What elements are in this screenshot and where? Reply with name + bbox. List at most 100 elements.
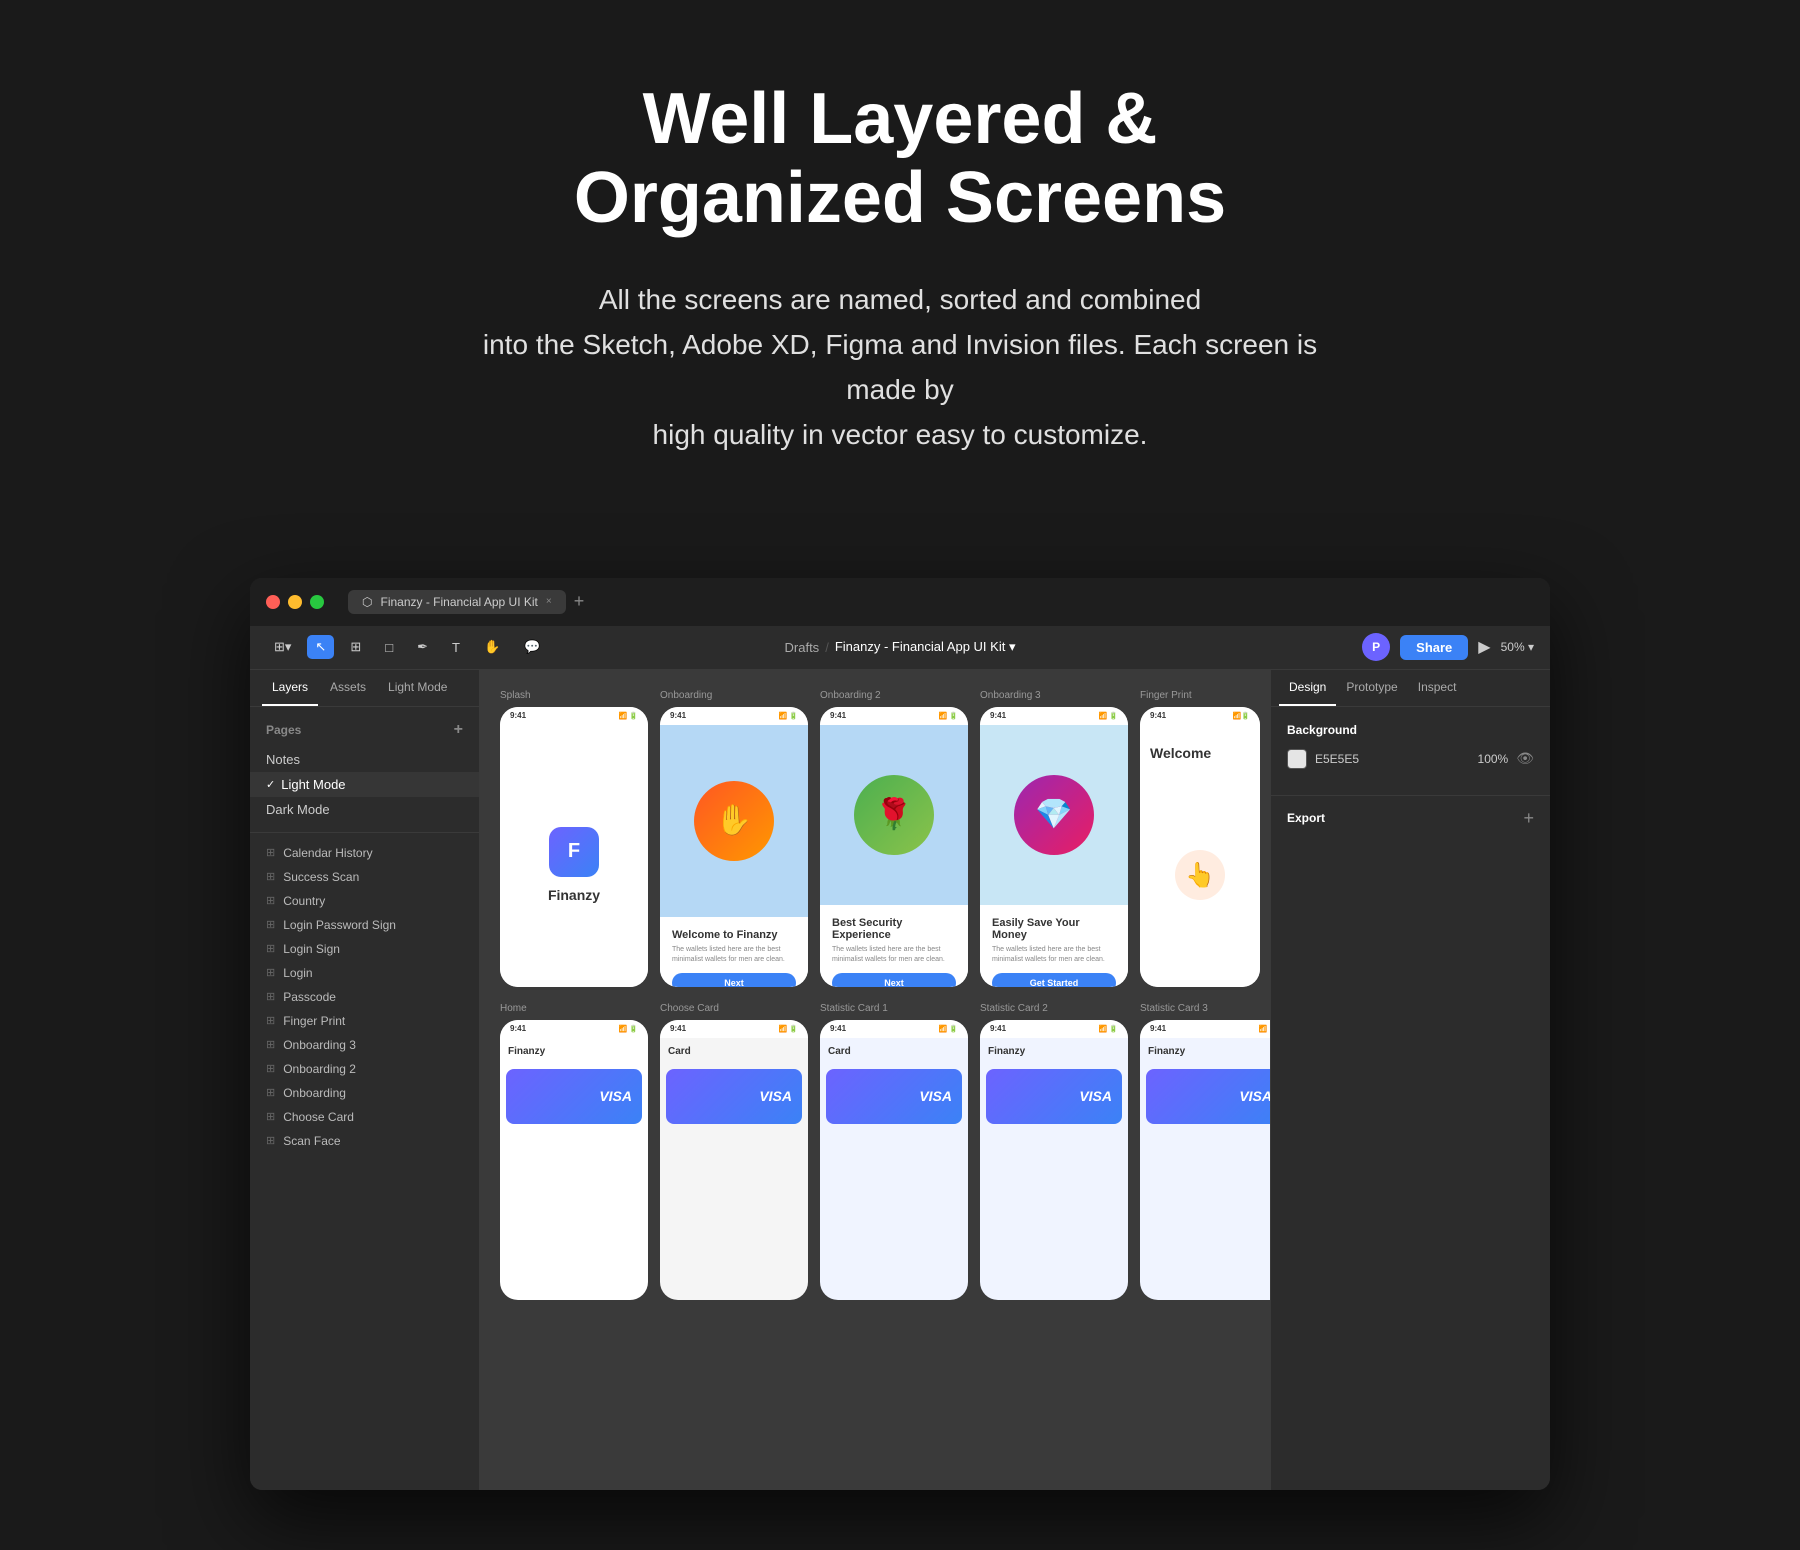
onboarding3-title: Easily Save Your Money bbox=[992, 917, 1116, 941]
onboarding1-next-button[interactable]: Next bbox=[672, 973, 796, 987]
layer-passcode[interactable]: ⊞ Passcode bbox=[250, 985, 479, 1009]
layer-scan-face[interactable]: ⊞ Scan Face bbox=[250, 1129, 479, 1153]
tab-layers[interactable]: Layers bbox=[262, 670, 318, 706]
page-label-notes: Notes bbox=[266, 752, 300, 767]
layer-label: Passcode bbox=[283, 990, 336, 1004]
hand-tool-button[interactable]: ✋ bbox=[476, 635, 508, 659]
home-visa-card: VISA bbox=[506, 1069, 642, 1124]
onboarding1-text-area: Welcome to Finanzy The wallets listed he… bbox=[660, 917, 808, 987]
fingerprint-icon: 👆 bbox=[1175, 850, 1225, 900]
select-tool-button[interactable]: ↖ bbox=[307, 635, 334, 659]
layer-label: Login bbox=[283, 966, 312, 980]
tab-close-icon[interactable]: × bbox=[546, 596, 552, 607]
frame-tool-button[interactable]: ⊞ bbox=[342, 635, 369, 659]
shape-tool-button[interactable]: □ bbox=[377, 636, 401, 659]
panel-tabs: Layers Assets Light Mode bbox=[250, 670, 479, 707]
page-item-notes[interactable]: Notes bbox=[250, 747, 479, 772]
onboarding2-next-button[interactable]: Next bbox=[832, 973, 956, 987]
figma-tab[interactable]: ⬡ Finanzy - Financial App UI Kit × bbox=[348, 590, 566, 614]
fullscreen-traffic-light[interactable] bbox=[310, 595, 324, 609]
tab-assets[interactable]: Assets bbox=[320, 670, 376, 706]
layer-success-scan[interactable]: ⊞ Success Scan bbox=[250, 865, 479, 889]
close-traffic-light[interactable] bbox=[266, 595, 280, 609]
pen-tool-button[interactable]: ✒ bbox=[409, 635, 436, 659]
tab-light-mode[interactable]: Light Mode bbox=[378, 670, 457, 706]
onboarding3-get-started-button[interactable]: Get Started bbox=[992, 973, 1116, 987]
share-button[interactable]: Share bbox=[1400, 635, 1468, 660]
onboarding2-text-area: Best Security Experience The wallets lis… bbox=[820, 905, 968, 987]
status-icons: 📶 🔋 bbox=[1259, 1025, 1270, 1033]
tab-area: ⬡ Finanzy - Financial App UI Kit × + bbox=[348, 590, 584, 614]
fingerprint-content: Welcome 👆 Use Passcode bbox=[1140, 725, 1260, 987]
layer-login-password-sign[interactable]: ⊞ Login Password Sign bbox=[250, 913, 479, 937]
main-menu-button[interactable]: ⊞▾ bbox=[266, 635, 299, 659]
text-tool-button[interactable]: T bbox=[444, 636, 468, 659]
layer-label: Calendar History bbox=[283, 846, 372, 860]
phone-stat1: 9:41 📶 🔋 Card VISA bbox=[820, 1020, 968, 1300]
status-icons: 📶 🔋 bbox=[1099, 712, 1118, 720]
stat2-header: Finanzy bbox=[980, 1038, 1128, 1065]
status-time: 9:41 bbox=[510, 711, 526, 720]
onboarding1-content: ✋ Welcome to Finanzy The wallets listed … bbox=[660, 725, 808, 987]
phone-stat3: 9:41 📶 🔋 Finanzy VISA bbox=[1140, 1020, 1270, 1300]
add-export-button[interactable]: + bbox=[1523, 808, 1534, 829]
bg-color-value: E5E5E5 bbox=[1315, 752, 1470, 766]
status-bar: 9:41 📶 🔋 bbox=[820, 707, 968, 725]
right-tab-design[interactable]: Design bbox=[1279, 670, 1336, 706]
layer-label: Login Password Sign bbox=[283, 918, 396, 932]
comment-icon: 💬 bbox=[524, 639, 540, 655]
hero-title: Well Layered &Organized Screens bbox=[200, 80, 1600, 238]
active-page-checkmark: ✓ bbox=[266, 778, 275, 791]
frame-home: Home 9:41 📶 🔋 Finanzy VISA bbox=[500, 1003, 648, 1300]
zoom-control[interactable]: 50% ▾ bbox=[1501, 640, 1534, 654]
layer-calendar-history[interactable]: ⊞ Calendar History bbox=[250, 841, 479, 865]
select-icon: ↖ bbox=[315, 639, 326, 655]
play-button[interactable]: ▶ bbox=[1478, 637, 1490, 657]
shape-icon: □ bbox=[385, 640, 393, 655]
stat3-header: Finanzy bbox=[1140, 1038, 1270, 1065]
layer-login[interactable]: ⊞ Login bbox=[250, 961, 479, 985]
layer-country[interactable]: ⊞ Country bbox=[250, 889, 479, 913]
layer-label: Onboarding 3 bbox=[283, 1038, 356, 1052]
layer-onboarding2[interactable]: ⊞ Onboarding 2 bbox=[250, 1057, 479, 1081]
status-time: 9:41 bbox=[830, 711, 846, 720]
toolbar-right: P Share ▶ 50% ▾ bbox=[1362, 633, 1534, 661]
onboarding3-illustration: 💎 bbox=[980, 725, 1128, 905]
onboarding2-title: Best Security Experience bbox=[832, 917, 956, 941]
figma-logo-icon: ⬡ bbox=[362, 595, 372, 609]
page-item-dark-mode[interactable]: Dark Mode bbox=[250, 797, 479, 822]
breadcrumb-file[interactable]: Finanzy - Financial App UI Kit ▾ bbox=[835, 639, 1016, 655]
toolbar: ⊞▾ ↖ ⊞ □ ✒ T ✋ 💬 Draft bbox=[250, 626, 1550, 670]
layer-login-sign[interactable]: ⊞ Login Sign bbox=[250, 937, 479, 961]
page-item-light-mode[interactable]: ✓ Light Mode bbox=[250, 772, 479, 797]
frames-row-2: Home 9:41 📶 🔋 Finanzy VISA Choos bbox=[500, 1003, 1250, 1300]
layer-icon: ⊞ bbox=[266, 1038, 275, 1051]
minimize-traffic-light[interactable] bbox=[288, 595, 302, 609]
phone-fingerprint: 9:41 📶🔋 Welcome 👆 Use Passcode bbox=[1140, 707, 1260, 987]
right-tab-inspect[interactable]: Inspect bbox=[1408, 670, 1467, 706]
layer-onboarding3[interactable]: ⊞ Onboarding 3 bbox=[250, 1033, 479, 1057]
phone-splash: 9:41 📶 🔋 F Finanzy bbox=[500, 707, 648, 987]
status-bar: 9:41 📶 🔋 bbox=[500, 1020, 648, 1038]
status-icons: 📶 🔋 bbox=[1099, 1025, 1118, 1033]
visa-text: VISA bbox=[1239, 1088, 1270, 1104]
phone-onboarding3: 9:41 📶 🔋 💎 Easily Save Your Money The wa… bbox=[980, 707, 1128, 987]
visibility-eye-icon[interactable]: 👁 bbox=[1516, 750, 1534, 767]
layer-fingerprint[interactable]: ⊞ Finger Print bbox=[250, 1009, 479, 1033]
bg-color-swatch[interactable] bbox=[1287, 749, 1307, 769]
right-tab-prototype[interactable]: Prototype bbox=[1336, 670, 1407, 706]
layer-icon: ⊞ bbox=[266, 942, 275, 955]
export-title: Export bbox=[1287, 811, 1325, 825]
toolbar-left: ⊞▾ ↖ ⊞ □ ✒ T ✋ 💬 bbox=[266, 635, 548, 659]
frame-label-stat3: Statistic Card 3 bbox=[1140, 1003, 1270, 1014]
choose-card-header: Card bbox=[660, 1038, 808, 1065]
design-section: Background E5E5E5 100% 👁 bbox=[1271, 707, 1550, 795]
layer-choose-card[interactable]: ⊞ Choose Card bbox=[250, 1105, 479, 1129]
comment-tool-button[interactable]: 💬 bbox=[516, 635, 548, 659]
layer-onboarding[interactable]: ⊞ Onboarding bbox=[250, 1081, 479, 1105]
add-page-button[interactable]: + bbox=[454, 721, 463, 739]
status-icons: 📶 🔋 bbox=[939, 1025, 958, 1033]
breadcrumb-drafts[interactable]: Drafts bbox=[785, 640, 820, 655]
new-tab-button[interactable]: + bbox=[574, 591, 585, 612]
bg-opacity-value: 100% bbox=[1478, 752, 1509, 766]
